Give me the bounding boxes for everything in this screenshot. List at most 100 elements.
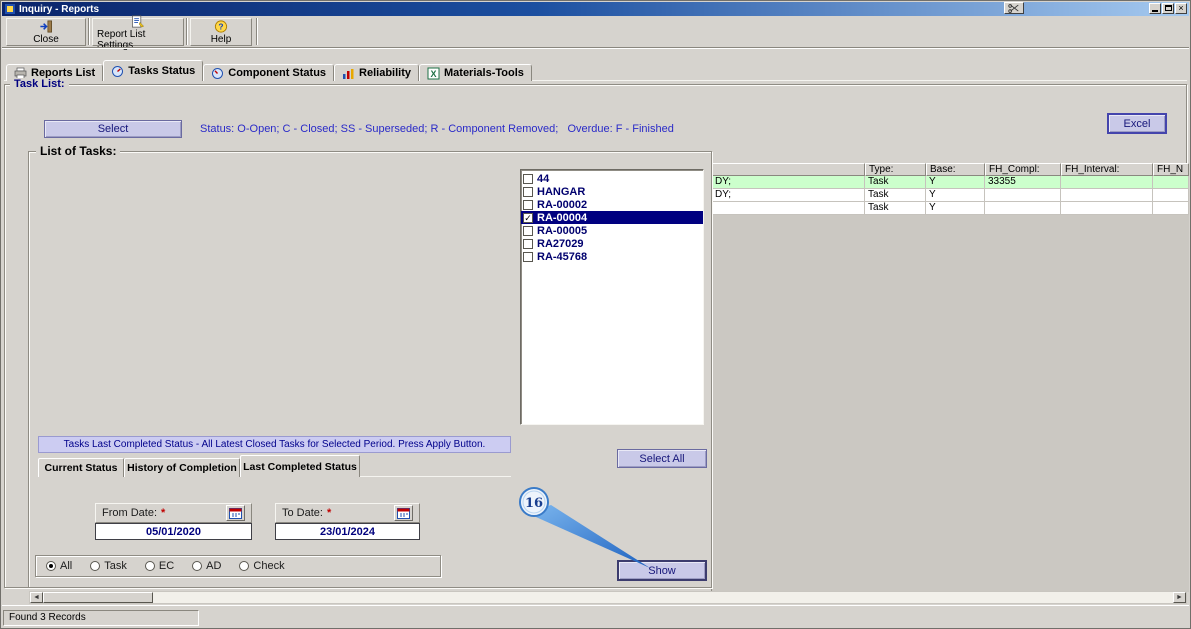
tab-last-completed-status[interactable]: Last Completed Status [240, 455, 360, 477]
minimize-button[interactable] [1149, 3, 1161, 14]
grid-cell [1061, 202, 1153, 215]
radio-button[interactable] [90, 561, 101, 571]
tab-tasks-status[interactable]: Tasks Status [103, 60, 204, 81]
scroll-left-button[interactable]: ◄ [30, 592, 43, 603]
checkbox-unchecked[interactable] [523, 186, 533, 197]
scroll-right-button[interactable]: ► [1173, 592, 1186, 603]
horizontal-scrollbar: ◄ ► [29, 591, 1187, 604]
excel-button[interactable]: Excel [1107, 113, 1167, 134]
task-checkbox-list[interactable]: 44 HANGAR RA-00002 ✓ RA-00004 RA-00005 R… [520, 169, 704, 425]
list-item-label: RA-00004 [537, 211, 588, 224]
radio-button[interactable] [239, 561, 250, 571]
list-item[interactable]: RA27029 [521, 237, 703, 250]
list-item[interactable]: HANGAR [521, 185, 703, 198]
to-date-calendar-button[interactable] [394, 505, 413, 521]
status-note: Tasks Last Completed Status - All Latest… [38, 436, 511, 453]
select-all-label: Select All [639, 452, 685, 465]
list-item-label: HANGAR [537, 185, 586, 198]
radio-label: AD [206, 560, 222, 572]
radio-task[interactable]: Task [90, 560, 127, 572]
tab-current-status[interactable]: Current Status [38, 458, 124, 477]
svg-text:X: X [430, 69, 436, 79]
grid-cell: Y [926, 176, 985, 189]
from-date-label: From Date: [102, 507, 158, 519]
list-item-label: RA-45768 [537, 250, 588, 263]
table-row[interactable]: DY; Task Y [712, 189, 1189, 202]
grid-cell [1153, 189, 1189, 202]
radio-button[interactable] [144, 561, 155, 571]
list-item[interactable]: RA-00005 [521, 224, 703, 237]
grid-cell: Task [865, 202, 926, 215]
close-window-button[interactable]: × [1175, 3, 1187, 14]
tab-label: Component Status [228, 67, 327, 79]
to-date-panel: To Date: * [275, 503, 420, 523]
table-row[interactable]: Task Y [712, 202, 1189, 215]
grid-cell [1061, 189, 1153, 202]
checkbox-unchecked[interactable] [523, 173, 533, 184]
tab-materials-tools[interactable]: X Materials-Tools [419, 64, 532, 81]
grid-cell: DY; [712, 189, 865, 202]
table-row[interactable]: DY; Task Y 33355 [712, 176, 1189, 189]
from-date-calendar-button[interactable] [226, 505, 245, 521]
checkbox-unchecked[interactable] [523, 251, 533, 262]
toolbar-separator [256, 18, 258, 45]
radio-label: Check [253, 560, 285, 572]
help-icon: ? [214, 20, 228, 33]
toolbar-close-button[interactable]: Close [6, 18, 86, 46]
grid-cell: Y [926, 202, 985, 215]
window-title: Inquiry - Reports [19, 3, 100, 15]
list-item[interactable]: RA-45768 [521, 250, 703, 263]
grid-header-cell: FH_N [1153, 163, 1189, 176]
report-list-settings-button[interactable]: Report List Settings [92, 15, 184, 51]
status-subtabs: Current Status History of Completion Las… [38, 455, 360, 477]
report-settings-icon [132, 15, 145, 27]
radio-check[interactable]: Check [239, 560, 285, 572]
list-item[interactable]: 44 [521, 172, 703, 185]
help-label: Help [210, 34, 232, 45]
select-button[interactable]: Select [44, 120, 182, 138]
checkbox-unchecked[interactable] [523, 225, 533, 236]
task-list-group-label: Task List: [10, 78, 69, 90]
scissors-icon [1008, 3, 1019, 13]
tab-history-of-completion[interactable]: History of Completion [124, 458, 240, 477]
list-item-selected[interactable]: ✓ RA-00004 [521, 211, 703, 224]
scissors-button[interactable] [1004, 2, 1024, 14]
main-tabstrip: Reports List Tasks Status Component Stat… [6, 60, 532, 81]
required-marker: * [326, 507, 332, 519]
tab-reliability[interactable]: Reliability [334, 64, 419, 81]
status-legend: Status: O-Open; C - Closed; SS - Superse… [200, 123, 674, 135]
maximize-button[interactable] [1162, 3, 1174, 14]
list-item-label: 44 [537, 172, 550, 185]
from-date-value[interactable]: 05/01/2020 [95, 523, 252, 540]
to-date-value[interactable]: 23/01/2024 [275, 523, 420, 540]
radio-all[interactable]: All [46, 560, 72, 572]
select-button-label: Select [97, 123, 129, 135]
grid-header-row: Type: Base: FH_Compl: FH_Interval: FH_N [712, 163, 1189, 176]
grid-cell: DY; [712, 176, 865, 189]
show-button[interactable]: Show [617, 560, 707, 581]
results-grid: Type: Base: FH_Compl: FH_Interval: FH_N … [711, 163, 1189, 592]
maximize-icon [1164, 5, 1172, 11]
radio-button[interactable] [192, 561, 203, 571]
select-all-button[interactable]: Select All [617, 449, 707, 468]
checkbox-unchecked[interactable] [523, 199, 533, 210]
grid-cell: 33355 [985, 176, 1061, 189]
help-button[interactable]: ? Help [190, 18, 252, 46]
minimize-icon [1152, 10, 1158, 12]
checkbox-checked[interactable]: ✓ [523, 212, 533, 223]
checkbox-unchecked[interactable] [523, 238, 533, 249]
tab-label: Materials-Tools [444, 67, 524, 79]
grid-cell: Task [865, 176, 926, 189]
radio-label: All [60, 560, 73, 572]
calendar-icon [397, 508, 410, 519]
tab-component-status[interactable]: Component Status [203, 64, 335, 81]
scrollbar-thumb[interactable] [43, 592, 153, 603]
radio-ad[interactable]: AD [192, 560, 221, 572]
grid-cell [1153, 176, 1189, 189]
list-of-tasks-group-label: List of Tasks: [36, 144, 121, 158]
radio-button-selected[interactable] [46, 561, 56, 571]
radio-ec[interactable]: EC [144, 560, 174, 572]
list-item[interactable]: RA-00002 [521, 198, 703, 211]
show-button-label: Show [648, 564, 676, 577]
from-date-panel: From Date: * [95, 503, 252, 523]
